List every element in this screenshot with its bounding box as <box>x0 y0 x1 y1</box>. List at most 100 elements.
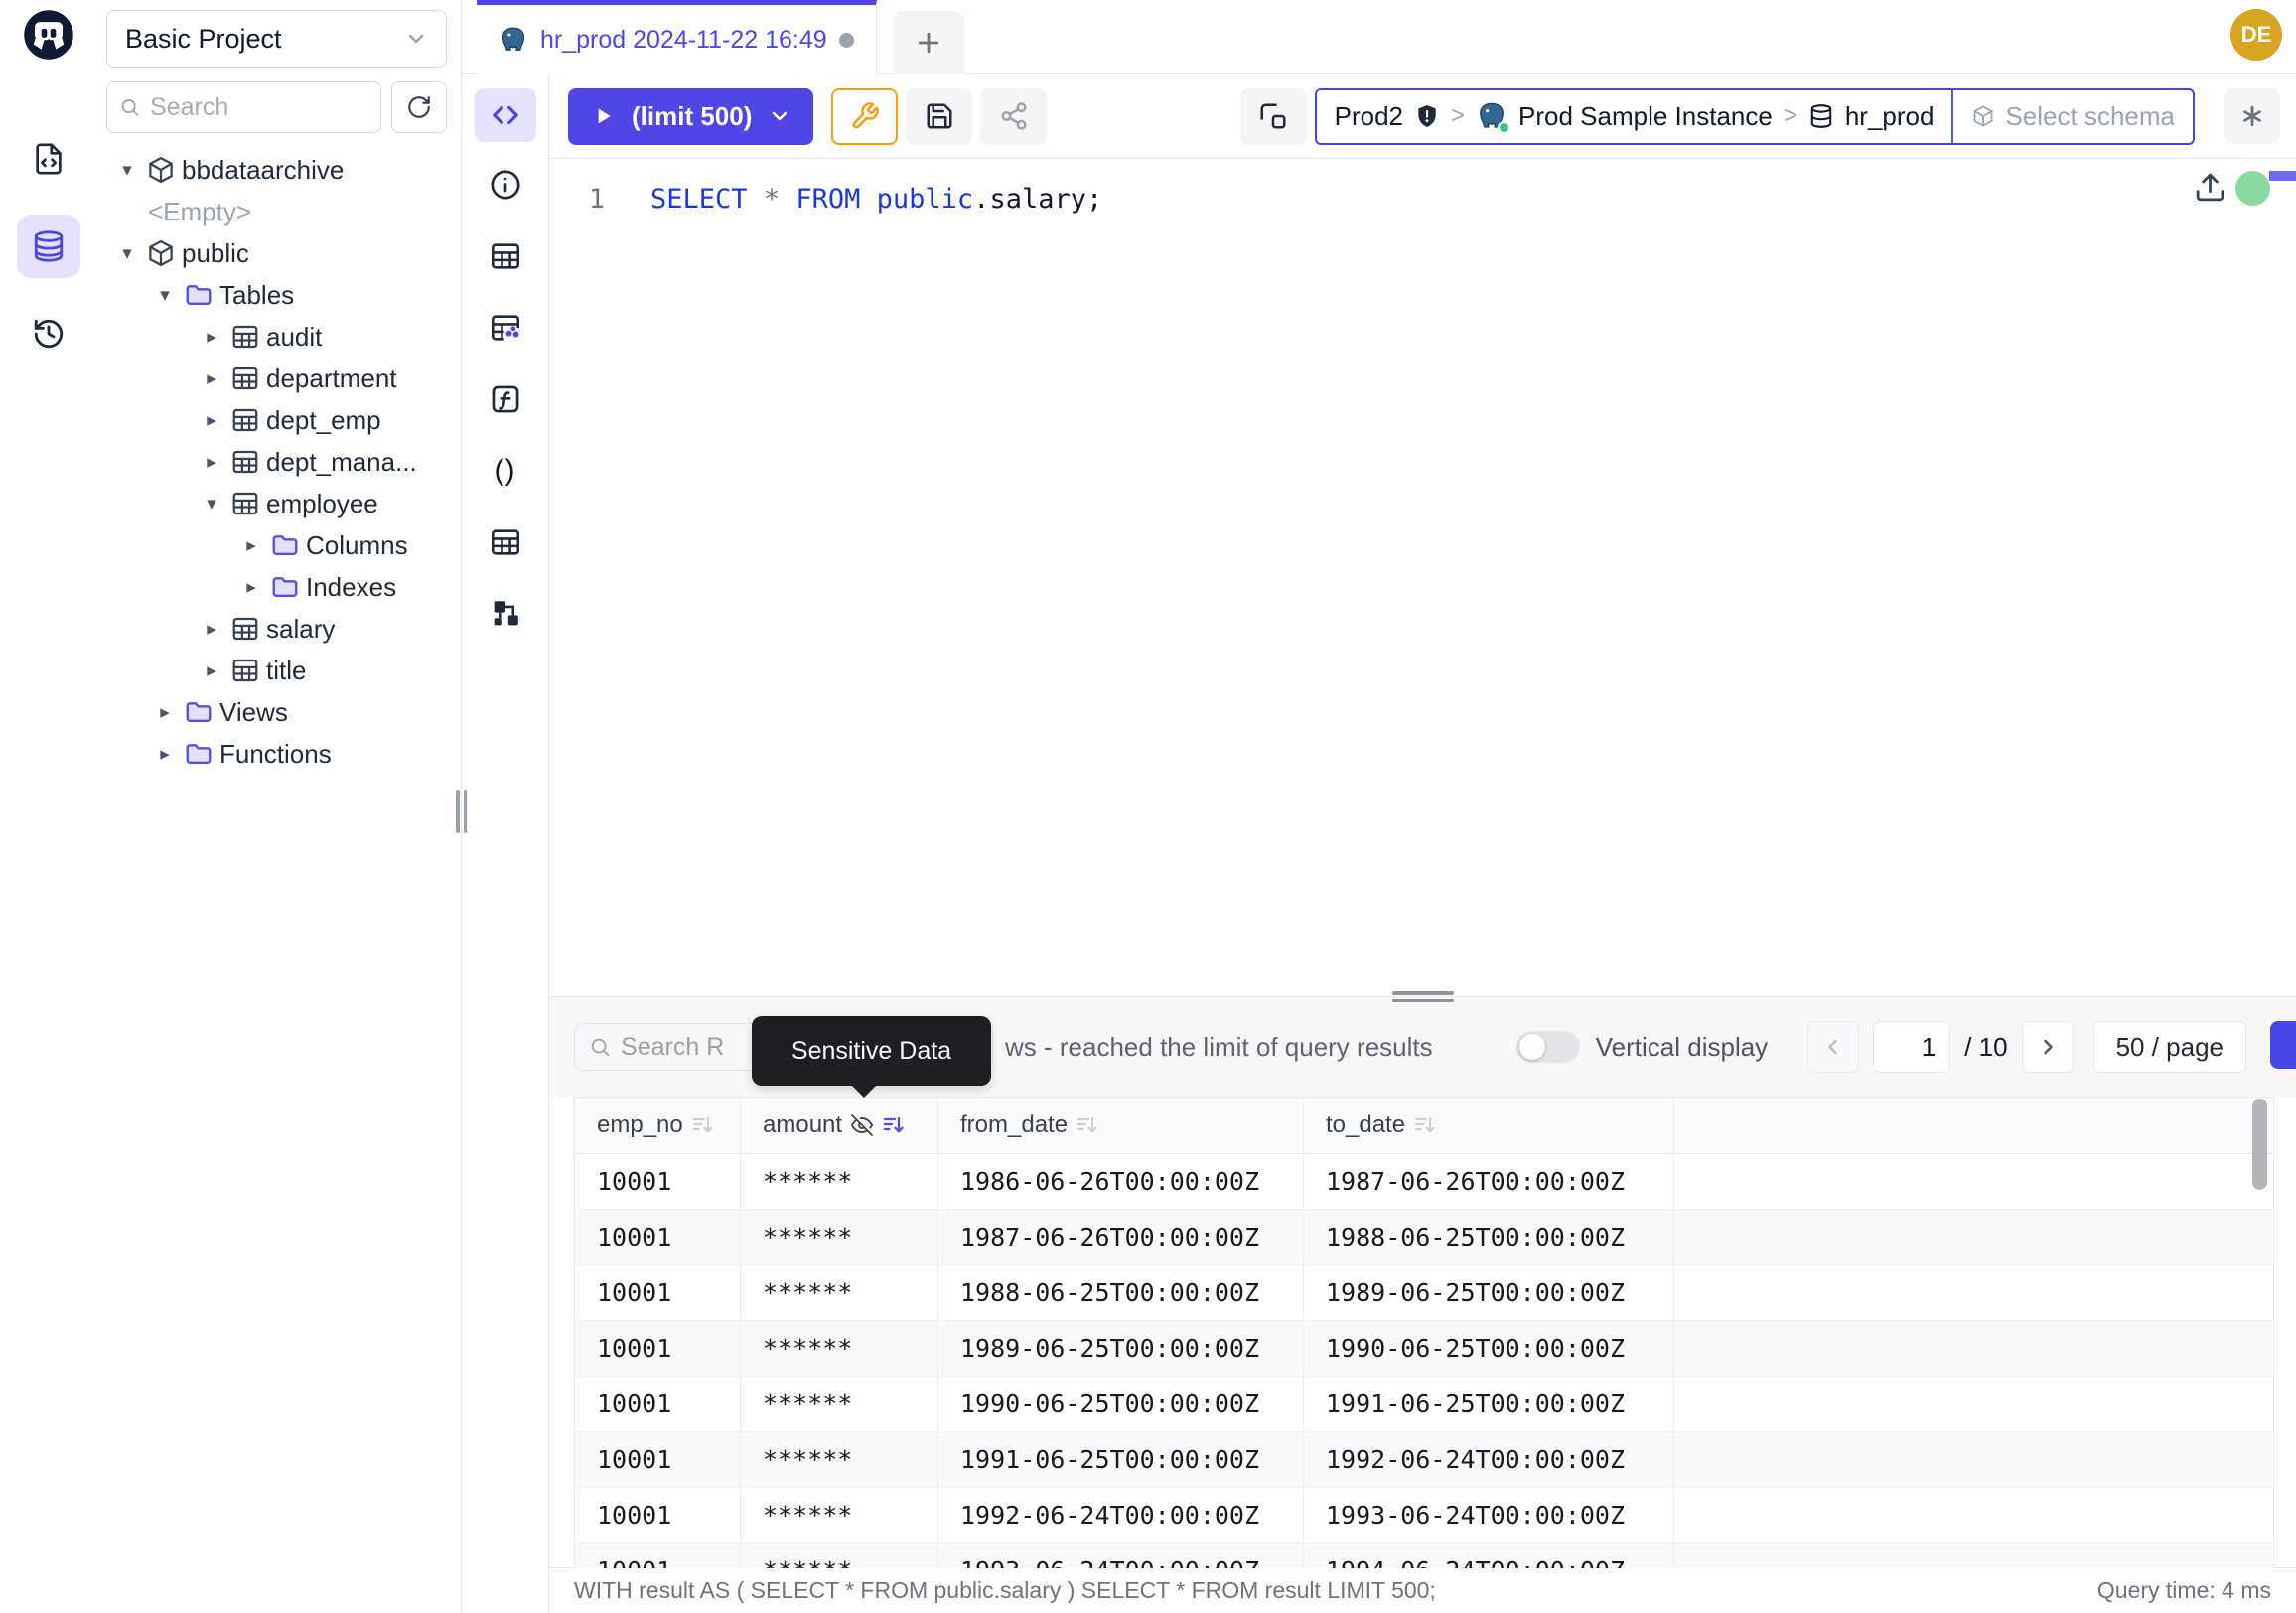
query-time: Query time: 4 ms <box>2097 1577 2271 1604</box>
sidebar-search-box <box>106 81 381 133</box>
chevron-expanded-icon[interactable]: ▾ <box>114 159 140 182</box>
schema-sidebar: Basic Project ▾ bbdataarchive <Empty> <box>96 0 462 1613</box>
sidebar-search-input[interactable] <box>150 93 368 122</box>
project-selector-row: Basic Project <box>96 0 461 75</box>
code-view-button[interactable] <box>475 88 536 142</box>
column-header-to-date[interactable]: to_date <box>1304 1098 1674 1153</box>
user-avatar[interactable]: DE <box>2230 9 2282 61</box>
chevron-collapsed-icon[interactable]: ▸ <box>238 534 264 557</box>
chevron-collapsed-icon[interactable]: ▸ <box>199 660 224 682</box>
tree-item-dept-emp[interactable]: ▸ dept_emp <box>96 399 461 441</box>
project-selector[interactable]: Basic Project <box>106 10 447 68</box>
rail-history-button[interactable] <box>17 302 80 366</box>
page-total: / 10 <box>1964 1032 2007 1063</box>
share-sheet-button[interactable] <box>980 88 1047 145</box>
ai-assistant-button[interactable] <box>2224 88 2280 144</box>
chevron-collapsed-icon[interactable]: ▸ <box>199 367 224 390</box>
select-schema-button[interactable]: Select schema <box>1951 90 2193 143</box>
chevron-expanded-icon[interactable]: ▾ <box>114 242 140 265</box>
tree-item-views[interactable]: ▸ Views <box>96 691 461 733</box>
tree-item-audit[interactable]: ▸ audit <box>96 316 461 358</box>
parentheses-icon: () <box>495 454 516 488</box>
sidebar-resize-handle[interactable] <box>456 790 467 833</box>
table-icon <box>230 364 260 393</box>
table-row: 10001 ****** 1987-06-26T00:00:00Z 1988-0… <box>575 1210 2273 1265</box>
tree-item-department[interactable]: ▸ department <box>96 358 461 399</box>
sort-icon[interactable] <box>691 1113 715 1137</box>
instance-name: Prod Sample Instance <box>1518 101 1773 132</box>
chevron-collapsed-icon[interactable]: ▸ <box>199 409 224 432</box>
procedures-panel-button[interactable]: () <box>495 454 516 488</box>
bytebase-logo-icon[interactable] <box>22 8 75 62</box>
tree-item-public[interactable]: ▾ public <box>96 232 461 274</box>
external-tables-button[interactable] <box>489 525 522 559</box>
tree-item-salary[interactable]: ▸ salary <box>96 608 461 650</box>
tree-item-employee[interactable]: ▾ employee <box>96 483 461 524</box>
tree-item-tables[interactable]: ▾ Tables <box>96 274 461 316</box>
sort-icon[interactable] <box>882 1113 906 1137</box>
functions-panel-button[interactable] <box>489 382 522 416</box>
rail-database-button[interactable] <box>17 215 80 278</box>
schema-diagram-button[interactable] <box>489 597 522 631</box>
export-button-cutoff[interactable] <box>2270 1021 2296 1069</box>
postgres-icon <box>499 25 528 55</box>
run-query-button[interactable]: (limit 500) <box>568 88 813 145</box>
sort-icon[interactable] <box>1413 1113 1437 1137</box>
chevron-expanded-icon[interactable]: ▾ <box>199 493 224 515</box>
search-icon <box>119 95 140 119</box>
tree-item-columns[interactable]: ▸ Columns <box>96 524 461 566</box>
new-tab-button[interactable] <box>893 11 964 74</box>
table-scrollbar[interactable] <box>2252 1099 2267 1190</box>
chevron-expanded-icon[interactable]: ▾ <box>152 284 178 307</box>
tree-item-dept-manager[interactable]: ▸ dept_mana... <box>96 441 461 483</box>
page-number-input[interactable] <box>1873 1021 1950 1073</box>
chevron-collapsed-icon[interactable]: ▸ <box>199 451 224 474</box>
cell-amount: ****** <box>741 1543 938 1568</box>
table-ai-button[interactable] <box>489 311 522 345</box>
connection-button[interactable] <box>1240 88 1307 145</box>
tree-item-title[interactable]: ▸ title <box>96 650 461 691</box>
sidebar-search-row <box>96 75 461 143</box>
format-sql-button[interactable] <box>831 88 898 145</box>
sql-editor[interactable]: 1 SELECT * FROM public.salary; <box>549 159 2296 996</box>
next-page-button[interactable] <box>2022 1021 2074 1073</box>
chevron-collapsed-icon[interactable]: ▸ <box>199 326 224 349</box>
schema-diagram-icon <box>489 597 522 631</box>
save-sheet-button[interactable] <box>906 88 972 145</box>
panel-resize-handle[interactable] <box>1392 991 1454 1002</box>
tree-item-functions[interactable]: ▸ Functions <box>96 733 461 775</box>
tree-item-bbdataarchive[interactable]: ▾ bbdataarchive <box>96 149 461 191</box>
vertical-display-toggle[interactable] <box>1516 1031 1580 1063</box>
cell-from-date: 1987-06-26T00:00:00Z <box>938 1210 1304 1264</box>
column-header-from-date[interactable]: from_date <box>938 1098 1304 1153</box>
rail-worksheet-button[interactable] <box>17 127 80 191</box>
chevron-collapsed-icon[interactable]: ▸ <box>199 618 224 641</box>
cell-from-date: 1986-06-26T00:00:00Z <box>938 1154 1304 1209</box>
instance-icon-wrap <box>1476 100 1507 132</box>
table-icon <box>230 322 260 352</box>
tab-hr-prod[interactable]: hr_prod 2024-11-22 16:49 <box>477 0 877 74</box>
tables-panel-button[interactable] <box>489 239 522 273</box>
connection-icon <box>1258 101 1288 131</box>
table-icon <box>230 405 260 435</box>
sort-icon[interactable] <box>1076 1113 1099 1137</box>
connection-breadcrumb[interactable]: Prod2 > Prod Sample Instance > hr_prod <box>1315 88 2195 145</box>
chevron-collapsed-icon[interactable]: ▸ <box>152 743 178 766</box>
schema-refresh-button[interactable] <box>391 81 447 133</box>
table-icon <box>230 656 260 685</box>
chevron-down-icon <box>768 104 791 128</box>
page-size-select[interactable]: 50 / page <box>2093 1021 2246 1073</box>
upload-icon[interactable] <box>2194 171 2226 204</box>
cell-amount: ****** <box>741 1210 938 1264</box>
column-header-amount[interactable]: amount <box>741 1098 938 1153</box>
chevron-collapsed-icon[interactable]: ▸ <box>152 701 178 724</box>
info-button[interactable] <box>489 168 522 202</box>
chevron-left-icon <box>1821 1035 1845 1059</box>
results-table: emp_no amount from_date <box>574 1097 2274 1568</box>
tree-item-indexes[interactable]: ▸ Indexes <box>96 566 461 608</box>
column-header-emp-no[interactable]: emp_no <box>575 1098 741 1153</box>
chevron-collapsed-icon[interactable]: ▸ <box>238 576 264 599</box>
code-icon <box>491 100 520 130</box>
prev-page-button[interactable] <box>1807 1021 1859 1073</box>
eye-off-icon[interactable] <box>850 1113 874 1137</box>
